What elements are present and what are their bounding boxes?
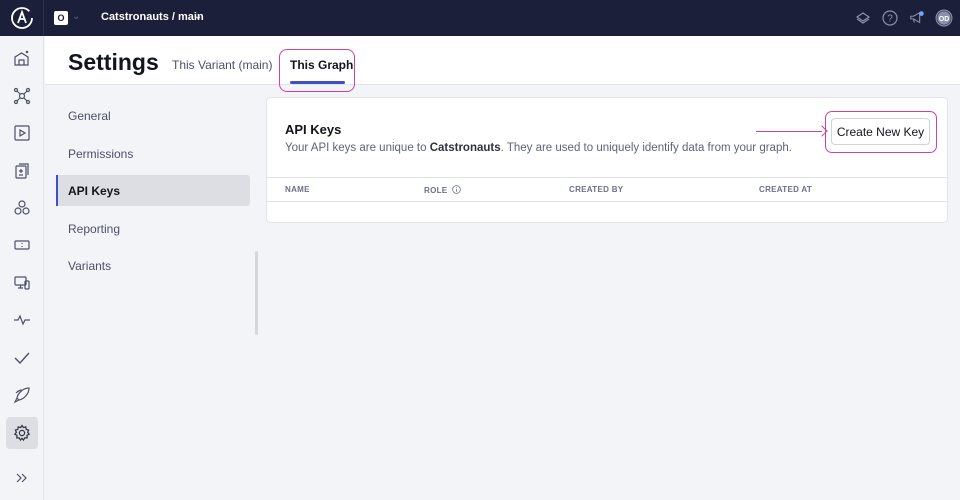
active-tab-indicator	[290, 81, 345, 84]
annotation-arrow	[756, 131, 822, 132]
column-header-created-by[interactable]: CREATED BY	[569, 185, 623, 194]
launches-icon[interactable]	[6, 379, 38, 411]
org-switcher[interactable]: O	[54, 11, 68, 25]
top-bar: O ⌄ Catstronauts / main ⌄ ? OD	[0, 0, 960, 36]
column-header-role[interactable]: ROLE	[424, 185, 461, 195]
chevron-down-icon[interactable]: ⌄	[194, 11, 202, 22]
expand-sidebar-icon[interactable]	[6, 462, 38, 494]
settings-icon[interactable]	[6, 417, 38, 449]
column-header-created-at[interactable]: CREATED AT	[759, 185, 812, 194]
info-icon	[452, 185, 461, 194]
chevron-down-icon[interactable]: ⌄	[72, 11, 80, 22]
subnav-item-reporting[interactable]: Reporting	[56, 213, 250, 244]
graph-switcher[interactable]: Catstronauts / main	[101, 11, 204, 23]
subgraphs-icon[interactable]	[6, 192, 38, 224]
left-nav	[0, 36, 44, 500]
card-description: Your API keys are unique to Catstronauts…	[285, 142, 792, 154]
avatar[interactable]: OD	[935, 9, 953, 27]
subnav-item-general[interactable]: General	[56, 100, 250, 131]
svg-text:?: ?	[887, 14, 893, 25]
graph-home-icon[interactable]	[6, 42, 38, 74]
subnav-item-variants[interactable]: Variants	[56, 250, 250, 281]
column-header-name[interactable]: NAME	[285, 185, 310, 194]
create-new-key-button[interactable]: Create New Key	[831, 118, 930, 145]
subnav-item-permissions[interactable]: Permissions	[56, 138, 250, 169]
tab-this-variant[interactable]: This Variant (main)	[172, 58, 272, 72]
explorer-icon[interactable]	[6, 117, 38, 149]
apollo-logo-icon[interactable]	[0, 0, 44, 36]
help-icon[interactable]: ?	[882, 10, 898, 26]
page-title: Settings	[68, 49, 159, 75]
tab-highlight-outline	[279, 49, 355, 92]
changelog-icon[interactable]	[6, 154, 38, 186]
subnav-scrollbar[interactable]	[255, 251, 258, 335]
clients-icon[interactable]	[6, 267, 38, 299]
schema-icon[interactable]	[6, 80, 38, 112]
announcement-icon[interactable]	[909, 10, 925, 26]
layers-icon[interactable]	[855, 10, 871, 26]
svg-text:OD: OD	[939, 16, 950, 23]
subnav-item-api-keys[interactable]: API Keys	[56, 175, 250, 206]
page-header: Settings This Variant (main) This Graph	[45, 36, 960, 92]
insights-icon[interactable]	[6, 304, 38, 336]
api-keys-table-header: NAME ROLE CREATED BY CREATED AT	[267, 177, 947, 202]
card-title: API Keys	[285, 122, 342, 137]
fields-icon[interactable]	[6, 229, 38, 261]
checks-icon[interactable]	[6, 342, 38, 374]
